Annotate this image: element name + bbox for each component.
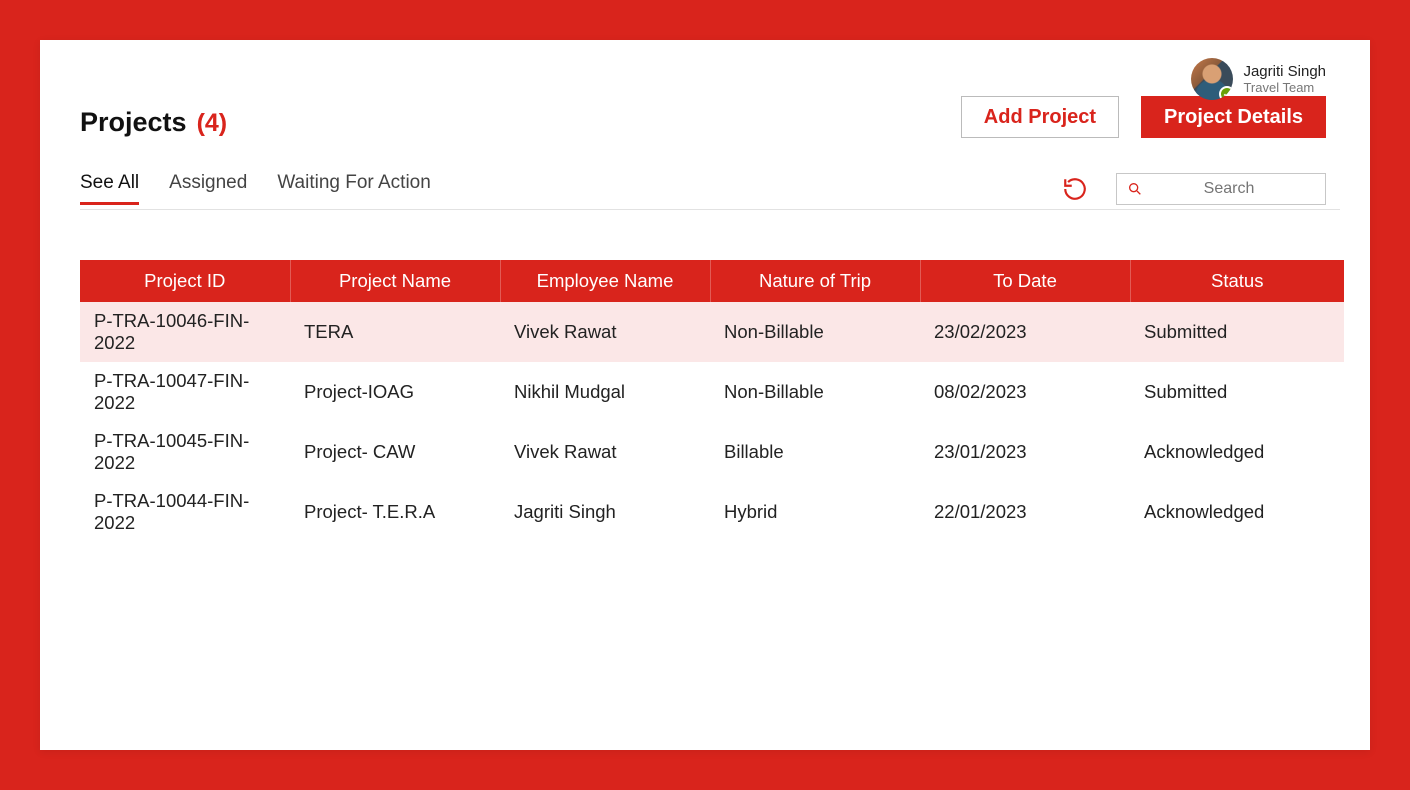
cell-date: 22/01/2023 bbox=[920, 482, 1130, 542]
divider bbox=[80, 209, 1340, 210]
cell-name: Project- T.E.R.A bbox=[290, 482, 500, 542]
refresh-icon[interactable] bbox=[1062, 176, 1088, 202]
cell-date: 08/02/2023 bbox=[920, 362, 1130, 422]
col-project-name: Project Name bbox=[290, 260, 500, 302]
project-details-button[interactable]: Project Details bbox=[1141, 96, 1326, 138]
cell-date: 23/01/2023 bbox=[920, 422, 1130, 482]
col-status: Status bbox=[1130, 260, 1344, 302]
title-text: Projects bbox=[80, 107, 187, 138]
tab-assigned[interactable]: Assigned bbox=[169, 172, 247, 205]
tabs: See All Assigned Waiting For Action bbox=[80, 172, 431, 205]
cell-status: Acknowledged bbox=[1130, 422, 1344, 482]
cell-emp: Vivek Rawat bbox=[500, 302, 710, 362]
avatar[interactable] bbox=[1191, 58, 1233, 100]
tab-see-all[interactable]: See All bbox=[80, 172, 139, 205]
cell-name: Project- CAW bbox=[290, 422, 500, 482]
table-row[interactable]: P-TRA-10044-FIN-2022Project- T.E.R.AJagr… bbox=[80, 482, 1344, 542]
col-employee-name: Employee Name bbox=[500, 260, 710, 302]
search-box[interactable] bbox=[1116, 173, 1326, 205]
col-nature: Nature of Trip bbox=[710, 260, 920, 302]
table-row[interactable]: P-TRA-10046-FIN-2022TERAVivek RawatNon-B… bbox=[80, 302, 1344, 362]
projects-table: Project ID Project Name Employee Name Na… bbox=[80, 260, 1344, 542]
table-row[interactable]: P-TRA-10045-FIN-2022Project- CAWVivek Ra… bbox=[80, 422, 1344, 482]
tab-waiting[interactable]: Waiting For Action bbox=[277, 172, 430, 205]
page-title: Projects (4) bbox=[80, 107, 227, 138]
cell-status: Acknowledged bbox=[1130, 482, 1344, 542]
cell-name: TERA bbox=[290, 302, 500, 362]
cell-emp: Jagriti Singh bbox=[500, 482, 710, 542]
cell-nat: Non-Billable bbox=[710, 362, 920, 422]
cell-id: P-TRA-10044-FIN-2022 bbox=[80, 482, 290, 542]
table-body: P-TRA-10046-FIN-2022TERAVivek RawatNon-B… bbox=[80, 302, 1344, 542]
add-project-button[interactable]: Add Project bbox=[961, 96, 1119, 138]
cell-nat: Hybrid bbox=[710, 482, 920, 542]
user-role: Travel Team bbox=[1243, 80, 1326, 95]
cell-id: P-TRA-10046-FIN-2022 bbox=[80, 302, 290, 362]
cell-nat: Billable bbox=[710, 422, 920, 482]
cell-emp: Nikhil Mudgal bbox=[500, 362, 710, 422]
main-card: Jagriti Singh Travel Team Projects (4) A… bbox=[40, 40, 1370, 750]
table-row[interactable]: P-TRA-10047-FIN-2022Project-IOAGNikhil M… bbox=[80, 362, 1344, 422]
cell-date: 23/02/2023 bbox=[920, 302, 1130, 362]
search-icon bbox=[1127, 181, 1143, 197]
cell-status: Submitted bbox=[1130, 302, 1344, 362]
table-header-row: Project ID Project Name Employee Name Na… bbox=[80, 260, 1344, 302]
user-name: Jagriti Singh bbox=[1243, 63, 1326, 80]
col-to-date: To Date bbox=[920, 260, 1130, 302]
cell-nat: Non-Billable bbox=[710, 302, 920, 362]
cell-name: Project-IOAG bbox=[290, 362, 500, 422]
col-project-id: Project ID bbox=[80, 260, 290, 302]
cell-id: P-TRA-10045-FIN-2022 bbox=[80, 422, 290, 482]
cell-status: Submitted bbox=[1130, 362, 1344, 422]
title-count: (4) bbox=[197, 109, 228, 138]
search-input[interactable] bbox=[1143, 180, 1315, 198]
user-bar: Jagriti Singh Travel Team bbox=[1191, 58, 1326, 100]
cell-emp: Vivek Rawat bbox=[500, 422, 710, 482]
cell-id: P-TRA-10047-FIN-2022 bbox=[80, 362, 290, 422]
presence-online-icon bbox=[1219, 86, 1233, 100]
